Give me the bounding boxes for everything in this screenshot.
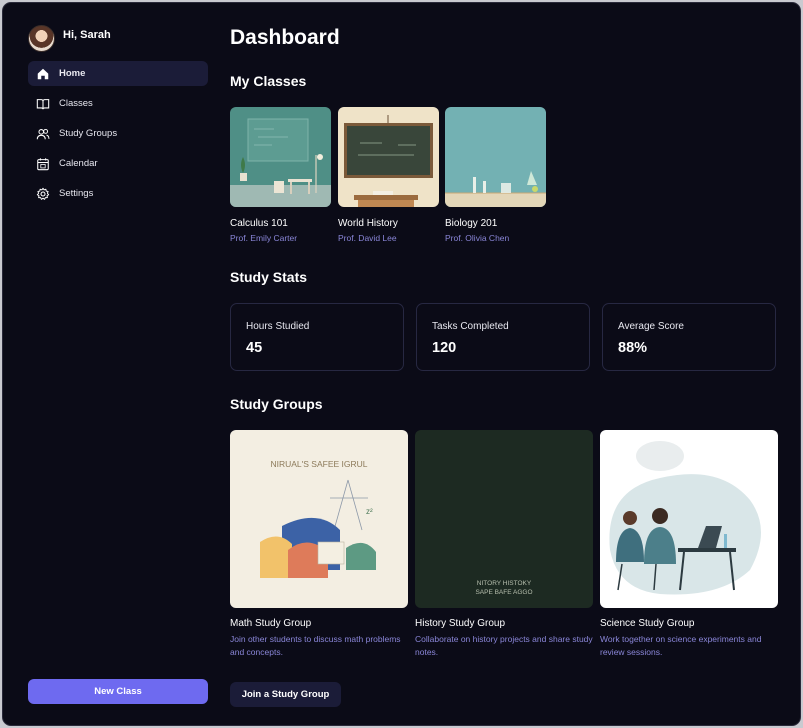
gear-icon [36, 187, 50, 201]
study-stats-title: Study Stats [230, 269, 308, 285]
stat-label: Average Score [618, 321, 684, 332]
class-professor: Prof. David Lee [338, 233, 397, 243]
class-thumbnail[interactable] [230, 107, 331, 207]
users-icon [36, 127, 50, 141]
math-image-text: NIRUAL'S SAFEE IGRUL [270, 459, 367, 469]
study-groups-title: Study Groups [230, 396, 323, 412]
new-class-button[interactable]: New Class [28, 679, 208, 704]
sidebar-item-home[interactable]: Home [28, 61, 208, 86]
group-card-math[interactable]: NIRUAL'S SAFEE IGRUL z² Math Study Group… [230, 430, 408, 659]
stat-label: Tasks Completed [432, 321, 509, 332]
group-description: Collaborate on history projects and shar… [415, 634, 593, 657]
stat-card-tasks: Tasks Completed 120 [416, 303, 590, 371]
user-greeting: Hi, Sarah [63, 28, 111, 41]
sidebar-item-settings[interactable]: Settings [28, 181, 208, 206]
book-icon [36, 97, 50, 111]
sidebar-item-label: Home [59, 68, 86, 79]
stat-value: 120 [432, 340, 457, 356]
class-name[interactable]: Calculus 101 [230, 218, 331, 229]
sidebar-item-classes[interactable]: Classes [28, 91, 208, 116]
home-icon [36, 67, 50, 81]
group-name[interactable]: History Study Group [415, 618, 593, 629]
group-card-history[interactable]: NITORY HISTOKY SAPE BAFE AGGO History St… [415, 430, 593, 659]
sidebar-item-study-groups[interactable]: Study Groups [28, 121, 208, 146]
group-description: Join other students to discuss math prob… [230, 634, 401, 657]
join-study-group-button[interactable]: Join a Study Group [230, 682, 341, 707]
sidebar-nav: Home Classes Study Groups Calendar Setti… [28, 61, 208, 211]
class-name[interactable]: Biology 201 [445, 218, 546, 229]
class-thumbnail[interactable] [338, 107, 439, 207]
class-professor: Prof. Emily Carter [230, 233, 298, 243]
sidebar-item-calendar[interactable]: Calendar [28, 151, 208, 176]
stat-card-average-score: Average Score 88% [602, 303, 776, 371]
history-image-text-1: NITORY HISTOKY [477, 580, 532, 587]
class-professor: Prof. Olivia Chen [445, 233, 510, 243]
class-name[interactable]: World History [338, 218, 439, 229]
my-classes-title: My Classes [230, 73, 307, 89]
app-window: Hi, Sarah Home Classes Study Groups Cale… [2, 2, 801, 726]
group-card-science[interactable]: Science Study Group Work together on sci… [600, 430, 778, 659]
history-image-text-2: SAPE BAFE AGGO [475, 589, 532, 596]
group-description: Work together on science experiments and… [600, 634, 762, 657]
sidebar-item-label: Calendar [59, 158, 98, 169]
group-name[interactable]: Science Study Group [600, 618, 778, 629]
class-card-calculus[interactable]: Calculus 101 Prof. Emily Carter [230, 107, 331, 243]
stat-value: 88% [618, 340, 648, 356]
svg-text:z²: z² [366, 507, 373, 516]
sidebar-item-label: Study Groups [59, 128, 118, 139]
group-thumbnail[interactable] [600, 430, 778, 608]
sidebar: Hi, Sarah Home Classes Study Groups Cale… [3, 3, 218, 725]
class-card-world-history[interactable]: World History Prof. David Lee [338, 107, 439, 243]
page-title: Dashboard [230, 26, 340, 49]
stat-label: Hours Studied [246, 321, 310, 332]
group-name[interactable]: Math Study Group [230, 618, 408, 629]
stat-card-hours: Hours Studied 45 [230, 303, 404, 371]
stat-value: 45 [246, 340, 263, 356]
class-card-biology[interactable]: Biology 201 Prof. Olivia Chen [445, 107, 546, 243]
main-content: Dashboard My Classes Calculus 101 Prof. … [230, 3, 785, 725]
avatar[interactable] [28, 25, 55, 52]
user-profile[interactable]: Hi, Sarah [28, 25, 111, 52]
calendar-icon [36, 157, 50, 171]
class-thumbnail[interactable] [445, 107, 546, 207]
sidebar-item-label: Classes [59, 98, 93, 109]
group-thumbnail[interactable]: NIRUAL'S SAFEE IGRUL z² [230, 430, 408, 608]
group-thumbnail[interactable]: NITORY HISTOKY SAPE BAFE AGGO [415, 430, 593, 608]
sidebar-item-label: Settings [59, 188, 94, 199]
